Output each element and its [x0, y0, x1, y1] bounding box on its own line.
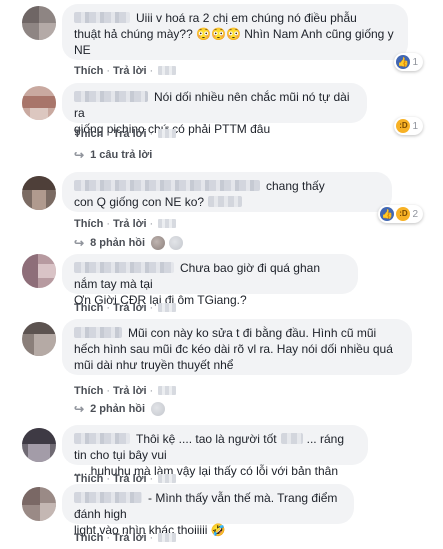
- comment-text: mũi dài như truyền thuyết nhể: [74, 358, 234, 372]
- avatar[interactable]: [22, 176, 56, 210]
- comment-bubble: Mũi con này ko sửa t đi bằng đầu. Hình c…: [62, 319, 412, 375]
- separator: ·: [149, 302, 154, 314]
- timestamp-blurred[interactable]: [158, 474, 177, 483]
- comment-bubble: Chưa bao giờ đi quá ghan nắm tay mà tại …: [62, 254, 358, 307]
- comment-actions: Thích · Trả lời ·: [74, 301, 177, 315]
- reply-avatar: [151, 402, 166, 416]
- reply-link[interactable]: Trả lời: [113, 302, 147, 314]
- reply-link[interactable]: Trả lời: [113, 218, 147, 230]
- like-icon: 👍: [380, 207, 395, 221]
- comment-text: Thôi kệ .... tao là người tốt: [136, 432, 277, 446]
- like-link[interactable]: Thích: [74, 385, 103, 397]
- reply-link[interactable]: Trả lời: [113, 65, 147, 77]
- reply-arrow-icon: ↪: [74, 402, 85, 416]
- author-name-blurred[interactable]: [74, 433, 130, 444]
- comment-text: Uiii v hoá ra 2 chị em chúng nó điều phẫ…: [136, 11, 357, 25]
- avatar[interactable]: [22, 86, 56, 120]
- reaction-summary[interactable]: 👍 :D 2: [378, 205, 423, 223]
- reply-link[interactable]: Trả lời: [113, 385, 147, 397]
- comment-bubble: Nói dối nhiều nên chắc mũi nó tự dài ra …: [62, 83, 367, 136]
- timestamp-blurred[interactable]: [158, 129, 177, 138]
- reply-avatar: [169, 236, 184, 250]
- reply-link[interactable]: Trả lời: [113, 128, 147, 140]
- view-replies-link[interactable]: ↪ 1 câu trả lời: [74, 148, 152, 162]
- like-link[interactable]: Thích: [74, 65, 103, 77]
- reply-link[interactable]: Trả lời: [113, 532, 147, 544]
- like-link[interactable]: Thích: [74, 302, 103, 314]
- comment-actions: Thích · Trả lời ·: [74, 64, 177, 78]
- comment-text: con Q giống con NE ko?: [74, 195, 205, 209]
- view-replies-link[interactable]: ↪ 2 phản hồi: [74, 402, 166, 416]
- timestamp-blurred[interactable]: [158, 533, 177, 542]
- avatar[interactable]: [22, 322, 56, 356]
- comment-text: thuật hả chúng mày?? 😳😳😳 Nhìn Nam Anh cũ…: [74, 27, 394, 41]
- comment-actions: Thích · Trả lời ·: [74, 384, 177, 398]
- comment-text: Mũi con này ko sửa t đi bằng đầu. Hình c…: [128, 326, 377, 340]
- separator: ·: [149, 532, 154, 544]
- timestamp-blurred[interactable]: [158, 386, 177, 395]
- avatar[interactable]: [22, 6, 56, 40]
- replies-label: 1 câu trả lời: [90, 149, 153, 161]
- separator: ·: [149, 385, 154, 397]
- comment-bubble: Thôi kệ .... tao là người tốt... ráng ti…: [62, 425, 368, 478]
- separator: ·: [106, 385, 111, 397]
- reply-avatar: [151, 236, 166, 250]
- separator: ·: [106, 65, 111, 77]
- timestamp-blurred[interactable]: [158, 303, 177, 312]
- timestamp-blurred[interactable]: [158, 219, 177, 228]
- avatar[interactable]: [22, 487, 56, 521]
- like-link[interactable]: Thích: [74, 128, 103, 140]
- separator: ·: [149, 128, 154, 140]
- replies-label: 8 phản hồi: [90, 237, 146, 249]
- separator: ·: [106, 302, 111, 314]
- comment-text: chang thấy: [266, 179, 325, 193]
- author-name-blurred[interactable]: [74, 91, 148, 102]
- author-name-blurred[interactable]: [74, 327, 122, 338]
- comment-text: NE: [74, 43, 91, 57]
- author-name-blurred[interactable]: [74, 262, 174, 273]
- separator: ·: [149, 218, 154, 230]
- comment-text: hếch hình sau mũi đc kéo dài rõ vl ra. H…: [74, 342, 393, 356]
- separator: ·: [106, 218, 111, 230]
- reaction-summary[interactable]: 👍 1: [394, 53, 423, 71]
- comment-bubble: chang thấy con Q giống con NE ko?: [62, 172, 392, 212]
- comment-actions: Thích · Trả lời ·: [74, 127, 177, 141]
- reaction-count: 1: [412, 56, 418, 68]
- mention-blurred[interactable]: [208, 196, 243, 207]
- comment-bubble: Uiii v hoá ra 2 chị em chúng nó điều phẫ…: [62, 4, 408, 60]
- reaction-summary[interactable]: :D 1: [394, 117, 423, 135]
- reply-arrow-icon: ↪: [74, 148, 85, 162]
- like-icon: 👍: [396, 55, 411, 69]
- view-replies-link[interactable]: ↪ 8 phản hồi: [74, 236, 184, 250]
- separator: ·: [106, 532, 111, 544]
- author-name-blurred[interactable]: [74, 492, 142, 503]
- reaction-count: 2: [412, 208, 418, 220]
- avatar[interactable]: [22, 428, 56, 462]
- reply-arrow-icon: ↪: [74, 236, 85, 250]
- like-link[interactable]: Thích: [74, 218, 103, 230]
- separator: ·: [149, 65, 154, 77]
- mention-blurred[interactable]: [280, 433, 303, 444]
- haha-icon: :D: [396, 207, 411, 221]
- reaction-count: 1: [412, 120, 418, 132]
- comment-actions: Thích · Trả lời ·: [74, 531, 177, 545]
- timestamp-blurred[interactable]: [158, 66, 177, 75]
- avatar[interactable]: [22, 254, 56, 288]
- separator: ·: [106, 128, 111, 140]
- author-name-blurred[interactable]: [74, 12, 130, 23]
- comment-bubble: - Mình thấy vẫn thế mà. Trang điểm đánh …: [62, 484, 354, 537]
- replies-label: 2 phản hồi: [90, 403, 146, 415]
- author-name-blurred[interactable]: [74, 180, 260, 191]
- like-link[interactable]: Thích: [74, 532, 103, 544]
- comment-actions: Thích · Trả lời ·: [74, 217, 177, 231]
- haha-icon: :D: [396, 119, 411, 133]
